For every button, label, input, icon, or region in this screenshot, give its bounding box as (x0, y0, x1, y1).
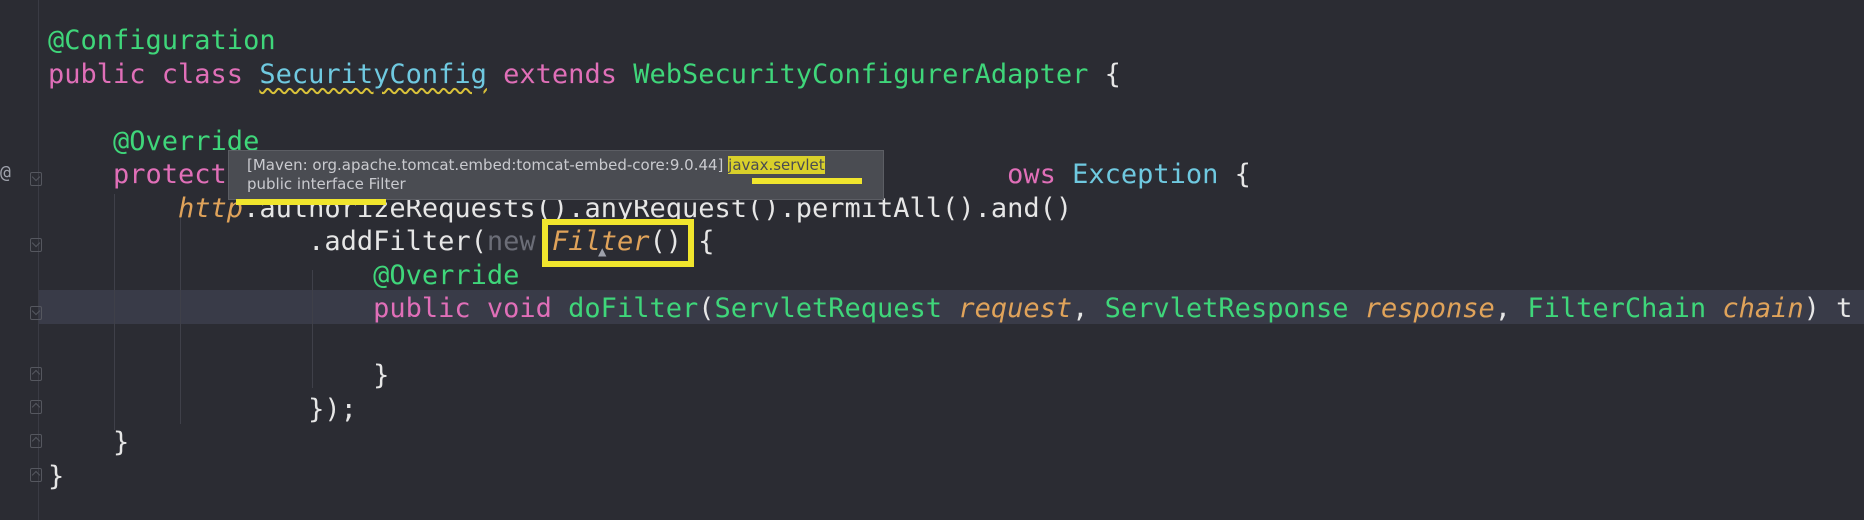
tooltip-maven-coords: [Maven: org.apache.tomcat.embed:tomcat-e… (247, 156, 729, 174)
code-line[interactable]: } (48, 426, 1852, 460)
code-token: } (48, 427, 130, 458)
fold-up-icon[interactable] (30, 400, 42, 414)
code-token: ( (698, 293, 715, 324)
code-token: , (1494, 293, 1528, 324)
tooltip-package[interactable]: javax.servlet (728, 156, 825, 174)
code-token: protect (48, 159, 227, 190)
code-token: SecurityConfig (259, 58, 487, 90)
code-line[interactable]: .addFilter(new Filter() { (48, 225, 1852, 259)
code-token: { (1088, 58, 1121, 90)
code-line[interactable]: public class SecurityConfig extends WebS… (48, 58, 1852, 92)
fold-up-icon[interactable] (30, 434, 42, 448)
mouse-cursor-icon: ▲ (598, 244, 607, 260)
code-token: } (48, 360, 390, 391)
code-token: ) t (1803, 293, 1853, 324)
override-marker-icon[interactable]: @ (0, 162, 11, 183)
quick-doc-tooltip: [Maven: org.apache.tomcat.embed:tomcat-e… (228, 150, 884, 200)
code-line[interactable] (48, 326, 1852, 360)
code-token: @Override (48, 259, 520, 291)
code-token: response (1364, 293, 1495, 324)
code-token: { (1218, 159, 1251, 190)
tooltip-line-1: [Maven: org.apache.tomcat.embed:tomcat-e… (247, 156, 883, 175)
highlight-underline (236, 199, 386, 205)
code-line[interactable]: @Override (48, 259, 1852, 293)
code-token: , (1072, 293, 1105, 324)
fold-down-icon[interactable] (30, 306, 42, 320)
code-line[interactable]: }); (48, 393, 1852, 427)
code-token: doFilter (568, 293, 699, 324)
code-line[interactable]: public void doFilter(ServletRequest requ… (48, 292, 1852, 326)
fold-up-icon[interactable] (30, 468, 42, 482)
code-editor[interactable]: @Configuration public class SecurityConfi… (48, 24, 1852, 493)
code-token: .addFilter( (48, 226, 487, 257)
code-line[interactable]: } (48, 359, 1852, 393)
fold-up-icon[interactable] (30, 367, 42, 381)
highlight-underline (752, 178, 862, 184)
code-token: }); (48, 393, 357, 425)
code-token: ServletRequest (714, 293, 943, 324)
code-token: public class (48, 58, 260, 90)
code-token: Exception (1072, 159, 1219, 190)
code-line[interactable] (48, 91, 1852, 125)
code-token: request (958, 293, 1073, 324)
code-token: chain (1722, 293, 1804, 324)
code-token: ServletResponse (1104, 293, 1349, 324)
code-line[interactable]: @Configuration (48, 24, 1852, 58)
code-line[interactable]: } (48, 460, 1852, 494)
filter-highlight-box (542, 219, 694, 267)
fold-down-icon[interactable] (30, 172, 42, 186)
code-token: WebSecurityConfigurerAdapter (633, 58, 1089, 90)
code-token: http (48, 192, 244, 224)
code-token: FilterChain (1527, 293, 1707, 324)
code-token: } (48, 460, 65, 492)
code-token: @Configuration (48, 25, 276, 56)
fold-down-icon[interactable] (30, 238, 42, 252)
code-token: extends (486, 58, 634, 90)
code-token: public void (48, 293, 569, 324)
